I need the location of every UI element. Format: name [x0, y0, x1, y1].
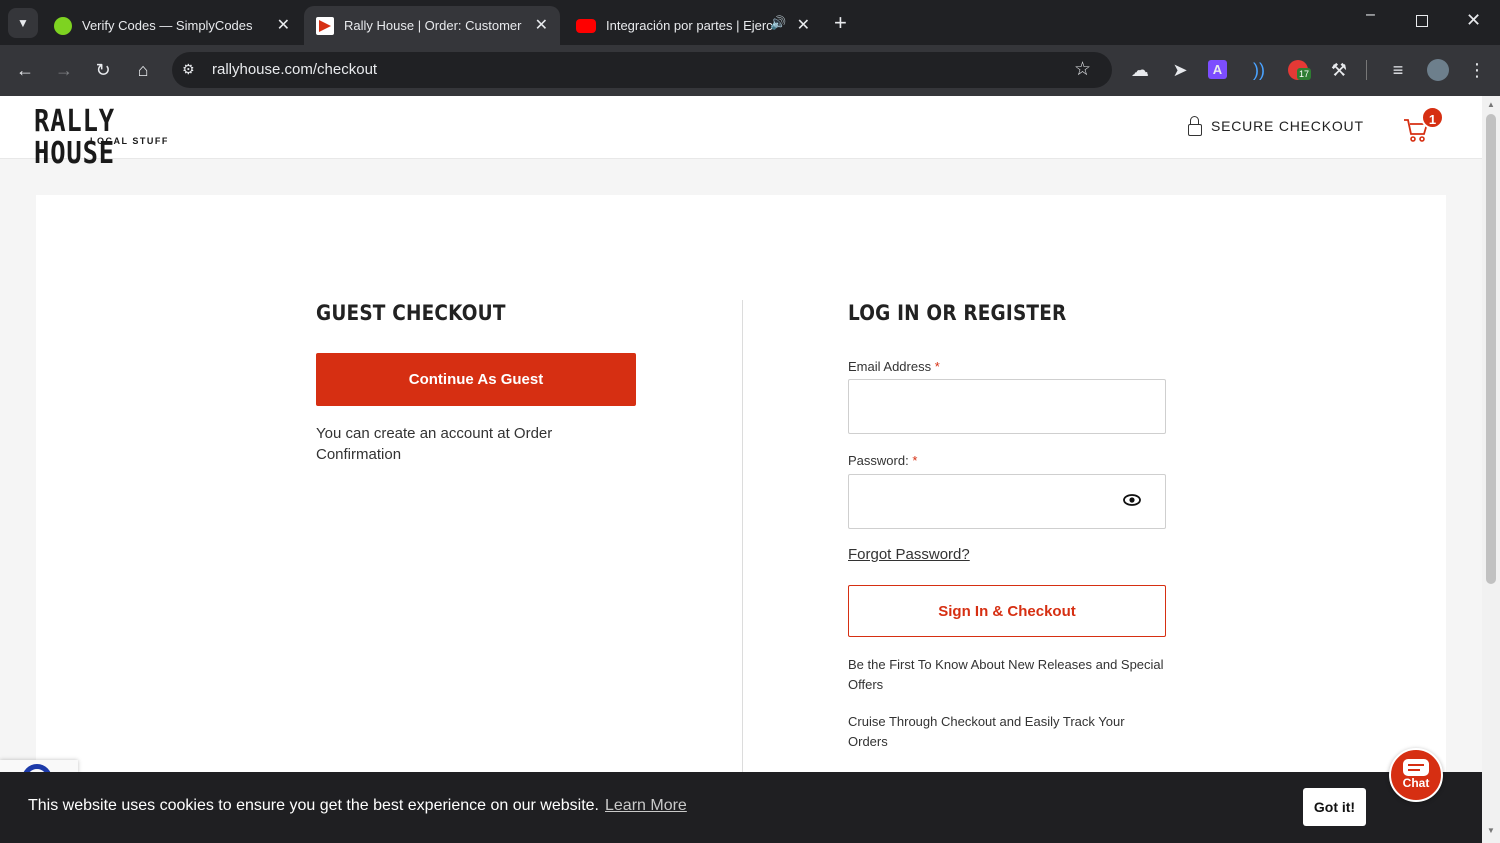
page-scrollbar[interactable]: ▲ ▼	[1482, 96, 1500, 843]
url-text: rallyhouse.com/checkout	[212, 61, 378, 78]
password-field[interactable]	[848, 474, 1166, 529]
benefit-text: Cruise Through Checkout and Easily Track…	[848, 714, 1125, 749]
cookie-consent-bar: This website uses cookies to ensure you …	[0, 772, 1482, 843]
password-label: Password: *	[848, 453, 918, 468]
simplycodes-extension-icon[interactable]: 17	[1288, 60, 1312, 80]
close-tab-icon[interactable]: ✕	[277, 15, 290, 35]
audio-extension-icon[interactable]: ))	[1247, 58, 1271, 82]
checkout-card: GUEST CHECKOUT Continue As Guest You can…	[36, 195, 1446, 820]
address-bar[interactable]: ⚙ rallyhouse.com/checkout ☆	[172, 52, 1112, 88]
got-it-button[interactable]: Got it!	[1303, 788, 1366, 826]
bookmark-star-icon[interactable]: ☆	[1074, 58, 1091, 81]
chat-button[interactable]: Chat	[1389, 748, 1443, 802]
tab-title: Integración por partes | Ejerc	[606, 18, 773, 33]
logo-tagline: LOCAL STUFF	[90, 136, 169, 146]
tab-youtube[interactable]: Integración por partes | Ejerc 🔊 ✕	[564, 6, 822, 45]
browser-toolbar: ← → ↻ ⌂ ⚙ rallyhouse.com/checkout ☆ ☁ ➤ …	[0, 45, 1500, 96]
restore-button[interactable]	[1416, 15, 1428, 27]
required-mark: *	[934, 359, 940, 374]
column-divider	[742, 300, 743, 820]
login-register-heading: LOG IN OR REGISTER	[848, 301, 1067, 325]
new-tab-button[interactable]: +	[834, 10, 847, 36]
scrollbar-thumb[interactable]	[1486, 114, 1496, 584]
simplycodes-favicon-icon	[54, 16, 72, 35]
tab-simplycodes[interactable]: Verify Codes — SimplyCodes ✕	[42, 6, 302, 45]
reading-list-icon[interactable]: ≡	[1386, 58, 1410, 82]
chevron-down-icon: ▼	[17, 16, 29, 30]
rally-house-logo[interactable]: RALLY HOUSE LOCAL STUFF	[34, 106, 224, 170]
continue-as-guest-button[interactable]: Continue As Guest	[316, 353, 636, 406]
show-password-eye-icon[interactable]	[1123, 493, 1141, 506]
extension-badge: 17	[1297, 68, 1312, 80]
forward-icon[interactable]: →	[52, 58, 76, 82]
a-extension-icon[interactable]: A	[1208, 60, 1227, 79]
close-window-button[interactable]: ✕	[1466, 10, 1481, 31]
scroll-down-arrow-icon[interactable]: ▼	[1487, 826, 1495, 835]
cart-button[interactable]: 1	[1400, 106, 1444, 148]
cart-count-badge: 1	[1421, 106, 1444, 129]
learn-more-link[interactable]: Learn More	[605, 797, 687, 814]
tab-title: Rally House | Order: Customer I	[344, 18, 524, 33]
chat-label: Chat	[1402, 776, 1430, 790]
benefit-text: Be the First To Know About New Releases …	[848, 657, 1164, 692]
scroll-up-arrow-icon[interactable]: ▲	[1487, 100, 1495, 109]
lock-icon	[1188, 116, 1202, 136]
forgot-password-link[interactable]: Forgot Password?	[848, 546, 970, 563]
bird-extension-icon[interactable]: ➤	[1168, 58, 1192, 82]
email-label: Email Address *	[848, 359, 940, 374]
site-info-icon[interactable]: ⚙	[182, 61, 195, 78]
extensions-puzzle-icon[interactable]: ⚒	[1327, 58, 1351, 82]
rallyhouse-favicon-icon	[316, 16, 334, 35]
chat-bubble-icon	[1403, 759, 1429, 776]
guest-note: You can create an account at Order Confi…	[316, 425, 553, 463]
speaker-icon[interactable]: 🔊	[770, 15, 786, 31]
menu-kebab-icon[interactable]: ⋮	[1465, 58, 1489, 82]
back-icon[interactable]: ←	[13, 58, 37, 82]
tab-rallyhouse[interactable]: Rally House | Order: Customer I ✕	[304, 6, 560, 45]
close-tab-icon[interactable]: ✕	[797, 15, 810, 35]
close-tab-icon[interactable]: ✕	[535, 15, 548, 35]
minimize-button[interactable]: –	[1366, 6, 1386, 36]
tab-title: Verify Codes — SimplyCodes	[82, 18, 253, 33]
site-header: RALLY HOUSE LOCAL STUFF SECURE CHECKOUT …	[0, 96, 1482, 170]
guest-checkout-heading: GUEST CHECKOUT	[316, 301, 506, 325]
browser-tab-strip: ▼ Verify Codes — SimplyCodes ✕ Rally Hou…	[0, 0, 1500, 45]
profile-avatar[interactable]	[1427, 59, 1449, 81]
email-field[interactable]	[848, 379, 1166, 434]
sign-in-checkout-button[interactable]: Sign In & Checkout	[848, 585, 1166, 637]
secure-checkout-indicator: SECURE CHECKOUT	[1188, 116, 1364, 136]
home-icon[interactable]: ⌂	[131, 58, 155, 82]
toolbar-divider	[1366, 60, 1367, 80]
tab-search-button[interactable]: ▼	[8, 8, 38, 38]
required-mark: *	[912, 453, 918, 468]
secure-checkout-label: SECURE CHECKOUT	[1211, 118, 1364, 134]
youtube-favicon-icon	[576, 18, 596, 33]
cookie-message: This website uses cookies to ensure you …	[28, 797, 687, 814]
reload-icon[interactable]: ↻	[91, 58, 115, 82]
cloud-extension-icon[interactable]: ☁	[1128, 58, 1152, 82]
